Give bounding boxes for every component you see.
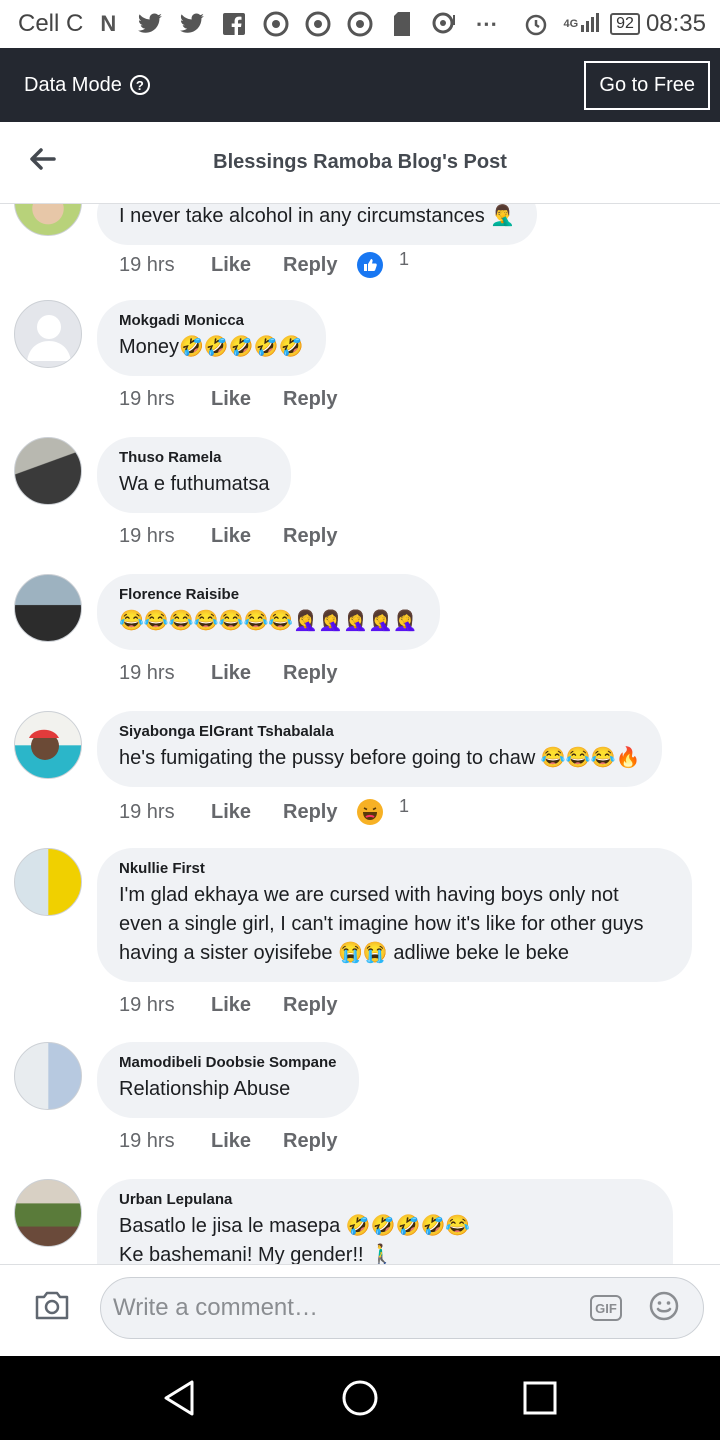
commenter-name[interactable]: Florence Raisibe bbox=[119, 586, 418, 603]
comment-time[interactable]: 19 hrs bbox=[119, 994, 211, 1017]
reaction-count: 1 bbox=[399, 795, 410, 816]
page-title: Blessings Ramoba Blog's Post bbox=[213, 151, 507, 173]
data-mode-label: Data Mode bbox=[24, 73, 122, 96]
like-button[interactable]: Like bbox=[211, 801, 283, 824]
chrome-icon bbox=[261, 9, 291, 39]
comment-composer: GIF bbox=[0, 1264, 720, 1356]
comment-time[interactable]: 19 hrs bbox=[119, 801, 211, 824]
comment-text: I'm glad ekhaya we are cursed with havin… bbox=[119, 884, 644, 964]
reaction-count: 1 bbox=[399, 248, 410, 269]
like-reaction-icon[interactable] bbox=[357, 252, 383, 278]
comment-text: Relationship Abuse bbox=[119, 1078, 291, 1100]
carrier-label: Cell C bbox=[18, 10, 84, 37]
post-header: Blessings Ramoba Blog's Post bbox=[0, 122, 720, 204]
comment-bubble: Nkullie First I'm glad ekhaya we are cur… bbox=[97, 848, 692, 982]
avatar[interactable] bbox=[14, 437, 82, 505]
twitter-icon bbox=[135, 9, 165, 39]
reply-button[interactable]: Reply bbox=[283, 1130, 357, 1153]
comment-bubble: Mamodibeli Doobsie Sompane Relationship … bbox=[97, 1042, 359, 1118]
comment-bubble: Urban Lepulana Basatlo le jisa le masepa… bbox=[97, 1179, 673, 1264]
clock: 08:35 bbox=[645, 10, 706, 37]
comment-bubble: Mokgadi Monicca Money🤣🤣🤣🤣🤣 bbox=[97, 300, 326, 376]
comment-text: Basatlo le jisa le masepa 🤣🤣🤣🤣😂 Ke bashe… bbox=[119, 1215, 471, 1264]
n-icon: N bbox=[100, 11, 117, 36]
comment-actions: 19 hrs Like Reply bbox=[119, 662, 357, 685]
default-avatar-icon bbox=[27, 315, 71, 361]
reply-button[interactable]: Reply bbox=[283, 801, 357, 824]
gif-button[interactable]: GIF bbox=[590, 1295, 622, 1321]
system-nav-bar bbox=[0, 1356, 720, 1440]
recents-nav-icon[interactable] bbox=[520, 1378, 560, 1418]
comment-text: Money🤣🤣🤣🤣🤣 bbox=[119, 336, 304, 358]
network-indicator: 4G bbox=[563, 18, 579, 30]
avatar[interactable] bbox=[14, 711, 82, 779]
commenter-name[interactable]: Nkullie First bbox=[119, 860, 670, 877]
hotspot-icon bbox=[429, 9, 459, 39]
status-bar: Cell C N ⋯ 4G 92 08:35 bbox=[0, 0, 720, 48]
back-nav-icon[interactable] bbox=[160, 1378, 200, 1418]
like-button[interactable]: Like bbox=[211, 1130, 283, 1153]
camera-icon[interactable] bbox=[34, 1289, 70, 1321]
comment-text: 😂😂😂😂😂😂😂🤦‍♀️🤦‍♀️🤦‍♀️🤦‍♀️🤦‍♀️ bbox=[119, 610, 418, 632]
red-cap-icon bbox=[29, 729, 59, 760]
twitter-icon bbox=[177, 9, 207, 39]
comment-actions: 19 hrs Like Reply bbox=[119, 994, 357, 1017]
chrome-icon bbox=[345, 9, 375, 39]
like-button[interactable]: Like bbox=[211, 254, 283, 277]
facebook-icon bbox=[219, 9, 249, 39]
comment-text: Wa e futhumatsa bbox=[119, 473, 270, 495]
like-button[interactable]: Like bbox=[211, 525, 283, 548]
help-icon[interactable]: ? bbox=[129, 75, 150, 95]
battery-indicator: 92 bbox=[610, 13, 640, 35]
reply-button[interactable]: Reply bbox=[283, 254, 357, 277]
commenter-name[interactable]: Mokgadi Monicca bbox=[119, 312, 304, 329]
commenter-name[interactable]: Urban Lepulana bbox=[119, 1191, 651, 1208]
like-button[interactable]: Like bbox=[211, 994, 283, 1017]
like-button[interactable]: Like bbox=[211, 388, 283, 411]
go-to-free-button[interactable]: Go to Free bbox=[584, 60, 710, 110]
avatar[interactable] bbox=[14, 1179, 82, 1247]
comment-bubble: Siyabonga ElGrant Tshabalala he's fumiga… bbox=[97, 711, 663, 787]
back-arrow-icon[interactable] bbox=[28, 144, 56, 174]
like-button[interactable]: Like bbox=[211, 662, 283, 685]
comment-time[interactable]: 19 hrs bbox=[119, 254, 211, 277]
comment-text: he's fumigating the pussy before going t… bbox=[119, 747, 641, 769]
comment-time[interactable]: 19 hrs bbox=[119, 1130, 211, 1153]
comment-time[interactable]: 19 hrs bbox=[119, 662, 211, 685]
commenter-name[interactable]: Siyabonga ElGrant Tshabalala bbox=[119, 723, 640, 740]
emoji-icon[interactable] bbox=[648, 1290, 680, 1322]
comment-time[interactable]: 19 hrs bbox=[119, 525, 211, 548]
avatar[interactable] bbox=[14, 1042, 82, 1110]
comment-actions: 19 hrs Like Reply bbox=[119, 1130, 357, 1153]
comment-actions: 19 hrs Like Reply 1 bbox=[119, 795, 410, 825]
comment-list: I never take alcohol in any circumstance… bbox=[0, 204, 720, 1264]
comment-actions: 19 hrs Like Reply 1 bbox=[119, 248, 410, 278]
comment-text: I never take alcohol in any circumstance… bbox=[119, 205, 516, 227]
avatar[interactable] bbox=[14, 574, 82, 642]
reply-button[interactable]: Reply bbox=[283, 388, 357, 411]
reply-button[interactable]: Reply bbox=[283, 662, 357, 685]
sd-card-icon bbox=[387, 9, 417, 39]
home-nav-icon[interactable] bbox=[340, 1378, 380, 1418]
comment-time[interactable]: 19 hrs bbox=[119, 388, 211, 411]
alarm-icon bbox=[521, 9, 551, 39]
data-mode-bar: Data Mode ? Go to Free bbox=[0, 48, 720, 122]
commenter-name[interactable]: Mamodibeli Doobsie Sompane bbox=[119, 1054, 337, 1071]
haha-reaction-icon[interactable] bbox=[357, 799, 383, 825]
comment-actions: 19 hrs Like Reply bbox=[119, 525, 357, 548]
comment-actions: 19 hrs Like Reply bbox=[119, 388, 357, 411]
commenter-name[interactable]: Thuso Ramela bbox=[119, 449, 269, 466]
avatar[interactable] bbox=[14, 204, 82, 236]
avatar[interactable] bbox=[14, 848, 82, 916]
comment-bubble: Thuso Ramela Wa e futhumatsa bbox=[97, 437, 292, 513]
signal-icon bbox=[580, 11, 602, 38]
avatar[interactable] bbox=[14, 300, 82, 368]
chrome-icon bbox=[303, 9, 333, 39]
reply-button[interactable]: Reply bbox=[283, 994, 357, 1017]
more-icon: ⋯ bbox=[475, 11, 498, 36]
comment-bubble: Florence Raisibe 😂😂😂😂😂😂😂🤦‍♀️🤦‍♀️🤦‍♀️🤦‍♀️… bbox=[97, 574, 440, 650]
comment-bubble: I never take alcohol in any circumstance… bbox=[97, 204, 538, 245]
reply-button[interactable]: Reply bbox=[283, 525, 357, 548]
